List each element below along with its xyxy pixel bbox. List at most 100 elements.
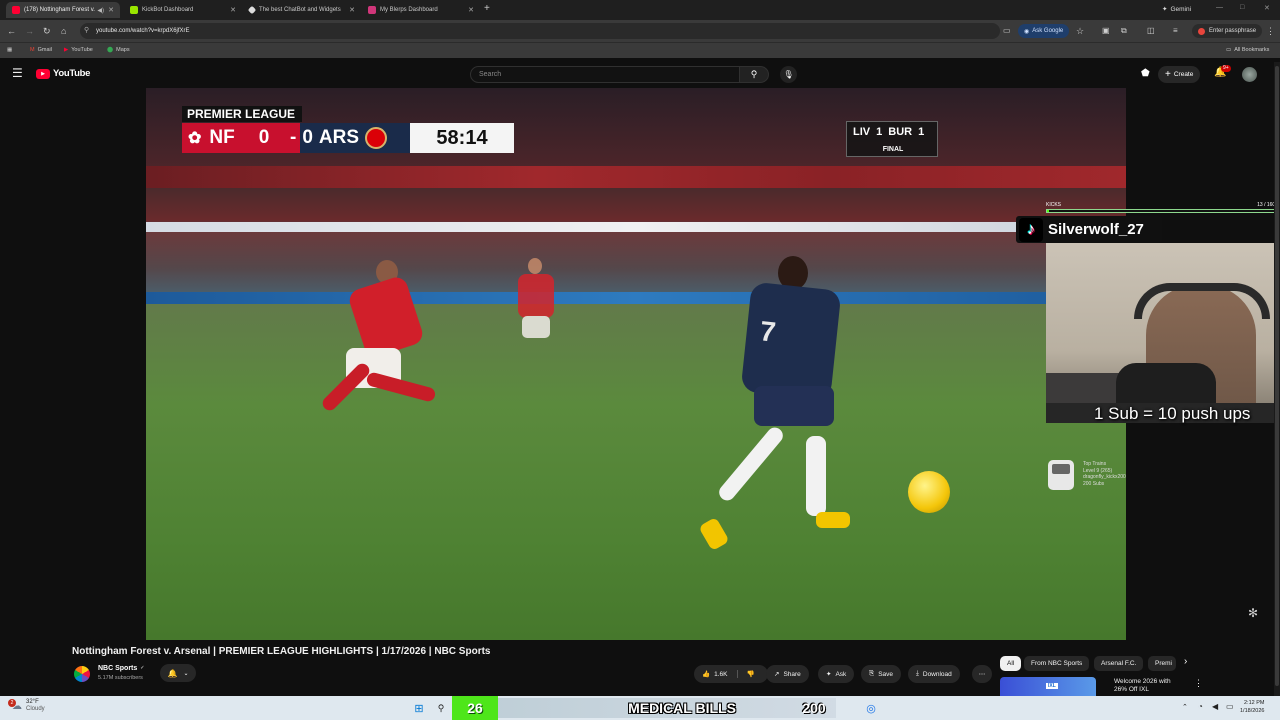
youtube-logo[interactable]: ▶ YouTube bbox=[36, 68, 90, 79]
tab-kickbot[interactable]: KickBot Dashboard ✕ bbox=[124, 2, 242, 18]
tab-label: (178) Nottingham Forest v. bbox=[24, 7, 95, 13]
weather-desc: Cloudy bbox=[26, 706, 45, 712]
dislike-icon[interactable]: 👎 bbox=[737, 670, 755, 678]
lens-icon: ◉ bbox=[1024, 28, 1030, 35]
windows-start-icon[interactable]: ⊞ bbox=[410, 699, 428, 717]
passphrase-button[interactable]: Enter passphrase bbox=[1192, 24, 1263, 38]
close-tab-icon[interactable]: ✕ bbox=[349, 6, 355, 14]
score-dash: - bbox=[290, 127, 297, 148]
ad-more-icon[interactable]: ⋮ bbox=[1194, 678, 1203, 689]
maximize-icon[interactable]: □ bbox=[1240, 4, 1244, 11]
url-text: youtube.com/watch?v=krpdX6jfXrE bbox=[96, 28, 190, 34]
clock-time: 2:12 PM bbox=[1243, 700, 1265, 706]
speaker-icon[interactable]: ◀ bbox=[1212, 702, 1218, 711]
browser-menu-icon[interactable]: ⋮ bbox=[1266, 25, 1275, 37]
home-score: 0 bbox=[258, 127, 270, 148]
chevron-right-icon[interactable]: › bbox=[1184, 656, 1187, 667]
extension-icon[interactable]: ▣ bbox=[1102, 25, 1110, 37]
close-tab-icon[interactable]: ✕ bbox=[230, 6, 236, 14]
other-score-box: LIV 1 BUR 1 FINAL bbox=[846, 121, 938, 157]
league-label: PREMIER LEAGUE bbox=[182, 106, 302, 122]
ad-thumbnail[interactable]: IXL bbox=[1000, 677, 1096, 696]
chip-arsenal[interactable]: Arsenal F.C. bbox=[1094, 656, 1144, 671]
avatar[interactable] bbox=[1242, 67, 1257, 82]
new-tab-icon[interactable]: + bbox=[484, 3, 490, 14]
live-cast-icon[interactable]: ⬟ bbox=[1141, 68, 1150, 79]
search-button[interactable]: ⚲ bbox=[739, 66, 769, 83]
chip-premier[interactable]: Premi bbox=[1148, 656, 1176, 671]
scrollbar-thumb[interactable] bbox=[1275, 66, 1279, 686]
notifications-button[interactable]: 🔔 9+ bbox=[1214, 65, 1231, 78]
tab-youtube-video[interactable]: (178) Nottingham Forest v. ◀) ✕ bbox=[6, 2, 120, 18]
microphone-icon: 🎙 bbox=[783, 70, 794, 79]
away-team: - 0 ARS bbox=[290, 123, 410, 153]
voice-search-button[interactable]: 🎙 bbox=[780, 66, 797, 83]
close-tab-icon[interactable]: ✕ bbox=[468, 6, 474, 14]
all-bookmarks[interactable]: ▭ All Bookmarks bbox=[1226, 47, 1269, 53]
download-button[interactable]: ⤓ Download bbox=[908, 665, 960, 683]
channel-name-row[interactable]: NBC Sports ✓ bbox=[98, 665, 144, 672]
home-icon[interactable]: ⌂ bbox=[61, 25, 66, 37]
bell-icon: 🔔 bbox=[167, 668, 178, 678]
bookmark-gmail[interactable]: M Gmail bbox=[30, 47, 52, 53]
channel-avatar[interactable] bbox=[74, 666, 90, 682]
reload-icon[interactable]: ↻ bbox=[43, 25, 51, 37]
like-icon[interactable]: 👍 bbox=[702, 670, 710, 678]
tab-blerps[interactable]: My Blerps Dashboard ✕ bbox=[362, 2, 480, 18]
close-window-icon[interactable]: ✕ bbox=[1264, 4, 1270, 12]
minimize-icon[interactable]: — bbox=[1216, 4, 1223, 11]
notification-count-badge: 9+ bbox=[1221, 65, 1231, 72]
battery-icon[interactable]: ▭ bbox=[1226, 702, 1234, 711]
side-panel-icon[interactable]: ◫ bbox=[1147, 25, 1155, 37]
wifi-icon[interactable]: ◔ bbox=[1198, 702, 1203, 711]
puzzle-icon[interactable]: ⧉ bbox=[1121, 25, 1127, 37]
ad-text[interactable]: Welcome 2026 with 26% Off IXL bbox=[1114, 678, 1171, 694]
kicks-label: KICKS bbox=[1046, 202, 1062, 208]
arsenal-crest-icon bbox=[365, 127, 388, 149]
page-scrollbar[interactable] bbox=[1274, 62, 1280, 696]
ask-label: Ask bbox=[835, 670, 847, 678]
ask-google-button[interactable]: ◉ Ask Google bbox=[1018, 24, 1070, 38]
create-button[interactable]: + Create bbox=[1158, 66, 1201, 83]
search-icon: ⚲ bbox=[750, 69, 758, 79]
hamburger-menu-icon[interactable]: ☰ bbox=[12, 66, 23, 80]
tab-chatbot-widgets[interactable]: The best ChatBot and Widgets ✕ bbox=[243, 2, 361, 18]
close-tab-icon[interactable]: ✕ bbox=[108, 6, 114, 14]
tray-chevron-icon[interactable]: ⌃ bbox=[1182, 703, 1188, 711]
browser-toolbar: ← → ↻ ⌂ ⚲ youtube.com/watch?v=krpdX6jfXr… bbox=[0, 20, 1280, 42]
taskbar-search-icon[interactable]: ⚲ bbox=[432, 699, 450, 717]
maps-pin-icon: ⬤ bbox=[107, 47, 114, 53]
share-button[interactable]: ↗ Share bbox=[766, 665, 809, 683]
clock[interactable]: 2:12 PM 1/18/2026 bbox=[1240, 699, 1264, 715]
bookmark-star-icon[interactable]: ☆ bbox=[1076, 25, 1084, 37]
site-info-icon[interactable]: ⚲ bbox=[84, 23, 89, 39]
bookmark-youtube[interactable]: ▶ YouTube bbox=[64, 47, 93, 53]
cast-icon[interactable]: ▭ bbox=[1003, 25, 1011, 37]
back-icon[interactable]: ← bbox=[7, 25, 16, 37]
like-count[interactable]: 1.6K bbox=[714, 671, 727, 678]
other-home-score: 1 bbox=[876, 126, 883, 138]
player-arsenal: 7 bbox=[698, 256, 906, 586]
weather-widget[interactable]: ☁ 2 32°F Cloudy bbox=[8, 698, 45, 713]
banner-left-count: 26 bbox=[452, 696, 498, 720]
ask-button[interactable]: ✦ Ask bbox=[818, 665, 855, 683]
apps-grid-icon[interactable]: ▦ bbox=[7, 47, 12, 53]
chip-from-nbc-sports[interactable]: From NBC Sports bbox=[1024, 656, 1090, 671]
save-button[interactable]: ⎘ Save bbox=[861, 665, 902, 683]
video-player[interactable]: 7 PREMIER LEAGUE ✿ NF 0 - 0 ARS 58:14 LI bbox=[146, 88, 1126, 640]
bookmark-maps[interactable]: ⬤ Maps bbox=[107, 47, 130, 53]
tab-search-icon[interactable]: ≡ bbox=[1173, 25, 1178, 37]
verified-icon: ✓ bbox=[140, 665, 145, 671]
taskbar-chrome-icon[interactable]: ◎ bbox=[862, 699, 880, 717]
address-bar[interactable]: ⚲ youtube.com/watch?v=krpdX6jfXrE bbox=[80, 23, 1000, 39]
top-train-widget: Top Trains Level 9 (265) dragonfly_kickx… bbox=[1046, 460, 1146, 492]
audio-playing-icon[interactable]: ◀) bbox=[97, 7, 104, 14]
more-actions-button[interactable]: ⋯ bbox=[972, 665, 992, 683]
chip-all[interactable]: All bbox=[1000, 656, 1022, 671]
search-input[interactable]: Search bbox=[470, 66, 740, 83]
advertising-board bbox=[146, 222, 1126, 232]
forward-icon[interactable]: → bbox=[25, 25, 34, 37]
gemini-button[interactable]: ✦ Gemini bbox=[1162, 5, 1191, 14]
subscribed-button[interactable]: 🔔 ⌄ bbox=[160, 664, 196, 682]
weather-badge: 2 bbox=[8, 698, 16, 707]
